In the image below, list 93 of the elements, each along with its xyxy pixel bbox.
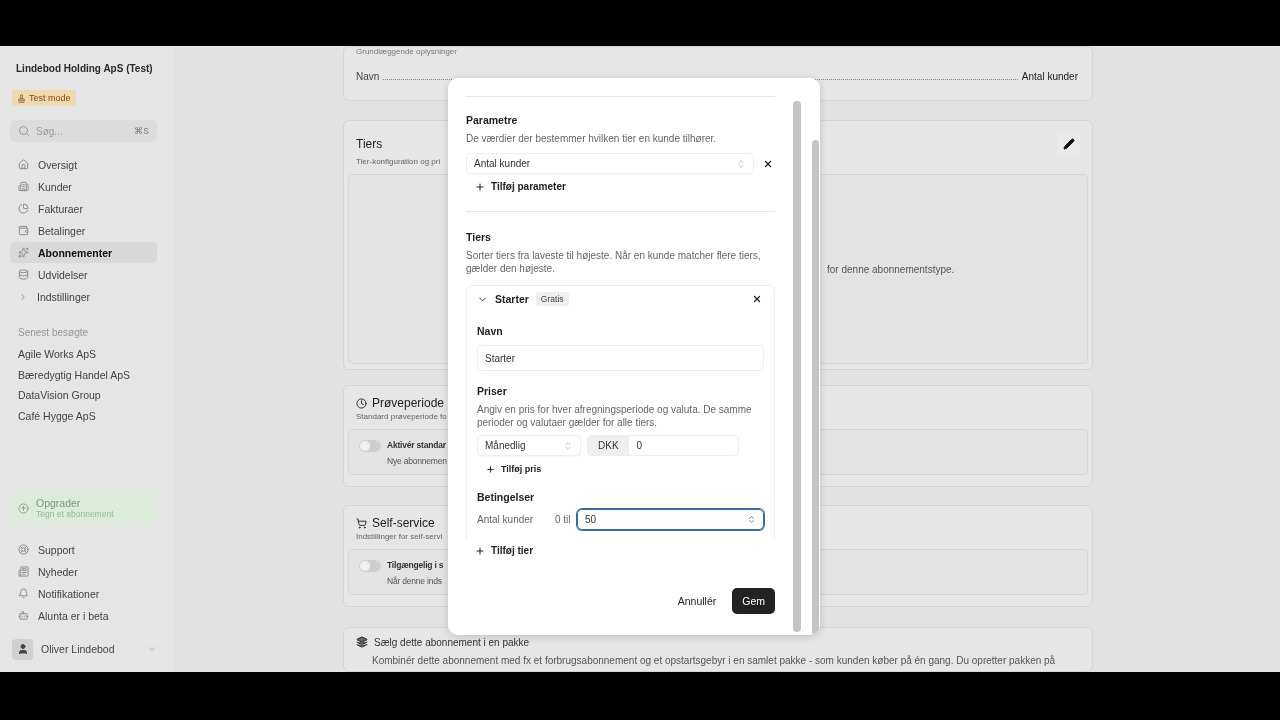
nav-item[interactable]: Oversigt [10, 154, 157, 175]
card-title: Tiers [356, 137, 383, 151]
nav-item[interactable]: Nyheder [10, 561, 157, 582]
nav-icon [18, 225, 29, 236]
toggle-label: Aktivér standar [387, 440, 446, 450]
section-title: Tiers [466, 231, 492, 243]
nav-icon [18, 203, 29, 214]
nav-icon [18, 566, 29, 577]
field-value: Antal kunder [1021, 71, 1078, 82]
section-title: Parametre [466, 114, 519, 126]
pencil-icon [1063, 138, 1075, 150]
user-menu[interactable]: Oliver Lindebod [12, 638, 157, 660]
card-title: Self-service [356, 516, 435, 530]
currency-label: DKK [588, 436, 629, 455]
nav-icon [18, 269, 29, 280]
nav-icon [18, 544, 29, 555]
spinner-icon [747, 515, 756, 524]
plus-icon [486, 464, 495, 474]
chevron-icon [147, 644, 157, 654]
stamp-icon [17, 93, 26, 103]
section-subtitle: Grundlæggende oplysninger [355, 47, 458, 57]
field-label: Betingelser [477, 491, 536, 503]
nav-item[interactable]: Kunder [10, 176, 157, 197]
nav-item[interactable]: Abonnementer [10, 242, 157, 263]
field-label: Navn [356, 71, 380, 82]
amount-field[interactable]: DKK 0 [587, 435, 739, 456]
scrollbar[interactable] [812, 140, 819, 635]
nav-item[interactable]: Alunta er i beta [10, 605, 157, 626]
nav-icon [18, 291, 28, 302]
name-field[interactable]: Starter [477, 345, 764, 371]
recent-link[interactable]: Café Hygge ApS [18, 409, 157, 422]
badge-label: Test mode [29, 93, 71, 103]
nav-icon [18, 588, 29, 599]
organization-name: Lindebod Holding ApS (Test) [15, 63, 154, 74]
nav-item[interactable]: Support [10, 539, 157, 560]
field-label: Navn [477, 325, 504, 337]
card-description: Kombinér dette abonnement med fx et forbrugsabonnement og et opstartsgebyr i en samlet pakke - som kunden køber på én gang. Du opretter pakken på [371, 654, 1057, 667]
empty-note: for denne abonnementstype. [827, 263, 955, 275]
recent-link[interactable]: Bæredygtig Handel ApS [18, 368, 157, 381]
scrollbar[interactable] [793, 101, 801, 632]
nav-icon [18, 181, 29, 192]
cart-icon [356, 517, 367, 529]
save-button[interactable]: Gem [732, 588, 775, 614]
upgrade-title: Opgrader [36, 497, 81, 509]
add-parameter-link[interactable]: Tilføj parameter [466, 181, 775, 192]
condition-range: 0 til [555, 514, 572, 525]
clock-icon [356, 397, 367, 409]
recent-link[interactable]: Agile Works ApS [18, 348, 157, 360]
max-value-field[interactable]: 50 [577, 509, 764, 530]
nav-icon [18, 247, 29, 258]
toggle-switch[interactable] [359, 560, 381, 572]
section-description: Sorter tiers fra laveste til højeste. Når en kunde matcher flere tiers, gælder den højeste. [466, 249, 762, 275]
add-tier-link[interactable]: Tilføj tier [466, 545, 775, 556]
section-heading: Senest besøgte [18, 327, 90, 338]
cancel-button[interactable]: Annullér [677, 595, 717, 607]
section-description: De værdier der bestemmer hvilken tier en kunde tilhører. [466, 132, 718, 145]
price-badge: Gratis [535, 292, 569, 306]
nav-item[interactable]: Notifikationer [10, 583, 157, 604]
card-subtitle: Tier-konfiguration og pri [356, 157, 441, 166]
avatar-icon [12, 638, 33, 660]
card-title: Sælg dette abonnement i en pakke [374, 636, 530, 648]
close-icon [752, 294, 762, 304]
nav-icon [18, 610, 29, 621]
toggle-description: Når denne inds [387, 576, 442, 586]
toggle-label: Tilgængelig i s [387, 560, 444, 570]
chevron-updown-icon [563, 440, 573, 451]
field-description: Angiv en pris for hver afregningsperiode og valuta. De samme perioder og valutaer gælder for alle tiers. [477, 403, 753, 429]
stack-icon [356, 636, 368, 648]
search-icon [18, 125, 30, 137]
nav-item[interactable]: Indstillinger [10, 286, 157, 307]
nav-item[interactable]: Udvidelser [10, 264, 157, 285]
card-subtitle: Standard prøveperiode fo [356, 412, 447, 421]
nav-item[interactable]: Fakturaer [10, 198, 157, 219]
toggle-switch[interactable] [359, 440, 381, 452]
card-title: Prøveperiode [356, 396, 445, 410]
card-subtitle: Indstillinger for self-servi [356, 532, 443, 541]
period-select[interactable]: Månedlig [477, 435, 581, 456]
nav-item[interactable]: Betalinger [10, 220, 157, 241]
chevron-updown-icon [736, 158, 746, 169]
add-price-link[interactable]: Tilføj pris [477, 464, 764, 474]
recent-link[interactable]: DataVision Group [18, 389, 157, 401]
upgrade-subtitle: Tegn et abonnement [36, 509, 114, 519]
parameter-select[interactable]: Antal kunder [466, 153, 754, 174]
nav-icon [18, 159, 29, 170]
upgrade-icon [18, 502, 29, 514]
toggle-description: Nye abonnemen [387, 456, 447, 466]
field-label: Priser [477, 385, 508, 397]
shortcut-hint: ⌘S [134, 126, 149, 136]
close-icon [763, 158, 773, 169]
condition-label: Antal kunder [477, 514, 535, 525]
tier-name: Starter [495, 293, 529, 305]
plus-icon [475, 181, 485, 192]
plus-icon [475, 545, 485, 556]
